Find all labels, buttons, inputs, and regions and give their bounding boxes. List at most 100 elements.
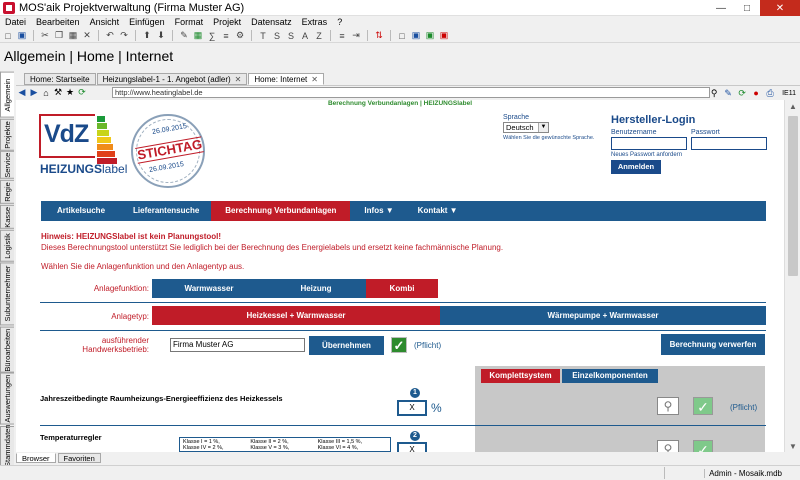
language-select[interactable]: Deutsch ▼: [503, 122, 549, 133]
move-down-icon[interactable]: ⬇: [155, 30, 167, 42]
go-icon[interactable]: ⟳: [736, 87, 748, 99]
company-input[interactable]: Firma Muster AG: [170, 338, 305, 352]
menu-help[interactable]: ?: [332, 16, 347, 29]
lock-icon[interactable]: □: [396, 30, 408, 42]
nav-berechnung[interactable]: Berechnung Verbundanlagen: [211, 201, 351, 221]
option-heizung[interactable]: Heizung: [266, 279, 366, 298]
menu-bearbeiten[interactable]: Bearbeiten: [31, 16, 85, 29]
nav-artikelsuche[interactable]: Artikelsuche: [41, 201, 121, 221]
anlagetyp-label: Anlagetyp:: [111, 312, 149, 321]
font-z-icon[interactable]: Z: [313, 30, 325, 42]
paste-icon[interactable]: ▦: [67, 30, 79, 42]
vtab-regie[interactable]: Regie: [0, 180, 14, 204]
doc-tab-heizungslabel[interactable]: Heizungslabel-1 - 1. Angebot (adler) ✕: [96, 73, 248, 85]
undo-icon[interactable]: ↶: [104, 30, 116, 42]
login-button[interactable]: Anmelden: [611, 160, 661, 174]
minimize-button[interactable]: —: [708, 0, 734, 16]
check-icon[interactable]: ✓: [693, 440, 713, 452]
properties-icon[interactable]: ▦: [192, 30, 204, 42]
url-input[interactable]: http://www.heatinglabel.de: [112, 87, 710, 98]
menu-datensatz[interactable]: Datensatz: [246, 16, 297, 29]
vtab-auswertungen[interactable]: Auswertungen: [0, 373, 14, 425]
redo-icon[interactable]: ↷: [118, 30, 130, 42]
list-icon[interactable]: ≡: [220, 30, 232, 42]
text-format-icon[interactable]: T: [257, 30, 269, 42]
lock-blue-icon[interactable]: ▣: [410, 30, 422, 42]
new-icon[interactable]: □: [2, 30, 14, 42]
nav-kontakt[interactable]: Kontakt ▼: [408, 201, 468, 221]
forward-icon[interactable]: ▶: [28, 87, 40, 99]
doc-tab-startseite[interactable]: Home: Startseite: [24, 73, 96, 85]
scroll-thumb[interactable]: [788, 116, 798, 276]
option-waermepumpe-warmwasser[interactable]: Wärmepumpe + Warmwasser: [440, 306, 766, 325]
regler-input[interactable]: X: [397, 442, 427, 452]
lock-red-icon[interactable]: ▣: [438, 30, 450, 42]
vtab-kasse[interactable]: Kasse: [0, 204, 14, 229]
vdz-logo[interactable]: VdZ HEIZUNGSlabel: [39, 114, 131, 176]
menu-format[interactable]: Format: [170, 16, 209, 29]
menu-extras[interactable]: Extras: [297, 16, 333, 29]
menu-datei[interactable]: Datei: [0, 16, 31, 29]
tab-einzelkomponenten[interactable]: Einzelkomponenten: [562, 369, 658, 383]
tools-icon[interactable]: ⚒: [52, 87, 64, 99]
menu-projekt[interactable]: Projekt: [208, 16, 246, 29]
nav-lieferantensuche[interactable]: Lieferantensuche: [121, 201, 211, 221]
tab-komplettsystem[interactable]: Komplettsystem: [481, 369, 560, 383]
vtab-bueroarbeiten[interactable]: Büroarbeiten: [0, 326, 14, 373]
vtab-logistik[interactable]: Logistik: [0, 229, 14, 262]
password-input[interactable]: [691, 137, 767, 150]
menu-einfuegen[interactable]: Einfügen: [124, 16, 170, 29]
tab-browser[interactable]: Browser: [16, 453, 56, 463]
home-icon[interactable]: ⌂: [40, 87, 52, 99]
superscript-icon[interactable]: S: [271, 30, 283, 42]
copy-icon[interactable]: ❐: [53, 30, 65, 42]
tools-icon[interactable]: ⚙: [234, 30, 246, 42]
scroll-up-icon[interactable]: ▲: [785, 100, 800, 112]
indent-icon[interactable]: ⇥: [350, 30, 362, 42]
option-heizkessel-warmwasser[interactable]: Heizkessel + Warmwasser: [152, 306, 440, 325]
efficiency-input[interactable]: X: [397, 400, 427, 416]
close-button[interactable]: ✕: [760, 0, 800, 16]
berechnung-verwerfen-button[interactable]: Berechnung verwerfen: [661, 334, 765, 355]
vtab-stammdaten[interactable]: Stammdaten: [0, 425, 14, 467]
nav-infos[interactable]: Infos ▼: [350, 201, 407, 221]
menu-ansicht[interactable]: Ansicht: [85, 16, 125, 29]
username-input[interactable]: [611, 137, 687, 150]
favorites-icon[interactable]: ★: [64, 87, 76, 99]
forgot-password-link[interactable]: Neues Passwort anfordern: [611, 152, 781, 158]
stop-icon[interactable]: ●: [750, 87, 762, 99]
edit-icon[interactable]: ✎: [178, 30, 190, 42]
option-warmwasser[interactable]: Warmwasser: [152, 279, 266, 298]
vertical-scrollbar[interactable]: ▲ ▼: [784, 100, 800, 452]
print-icon[interactable]: ⎙: [764, 87, 776, 99]
close-tab-icon[interactable]: ✕: [311, 74, 318, 85]
tab-favoriten[interactable]: Favoriten: [57, 453, 101, 463]
lock-green-icon[interactable]: ▣: [424, 30, 436, 42]
vtab-subunternehmer[interactable]: Subunternehmer: [0, 262, 14, 326]
maximize-button[interactable]: □: [734, 0, 760, 16]
move-up-icon[interactable]: ⬆: [141, 30, 153, 42]
calculate-icon[interactable]: ∑: [206, 30, 218, 42]
uebernehmen-button[interactable]: Übernehmen: [309, 336, 384, 355]
check-icon[interactable]: ✓: [693, 397, 713, 415]
font-a-icon[interactable]: A: [299, 30, 311, 42]
doc-tab-internet[interactable]: Home: Internet ✕: [248, 73, 324, 85]
search-icon[interactable]: ⚲: [708, 87, 720, 99]
cut-icon[interactable]: ✂: [39, 30, 51, 42]
refresh-icon[interactable]: ⟳: [76, 87, 88, 99]
back-icon[interactable]: ◀: [16, 87, 28, 99]
vtab-service[interactable]: Service: [0, 151, 14, 180]
close-tab-icon[interactable]: ✕: [235, 74, 242, 85]
align-icon[interactable]: ≡: [336, 30, 348, 42]
scroll-down-icon[interactable]: ▼: [785, 440, 800, 452]
vtab-allgemein[interactable]: Allgemein: [0, 72, 14, 118]
search-icon[interactable]: ⚲: [657, 397, 679, 415]
option-kombi[interactable]: Kombi: [366, 279, 438, 298]
delete-icon[interactable]: ✕: [81, 30, 93, 42]
sort-icon[interactable]: ⇅: [373, 30, 385, 42]
search-icon[interactable]: ⚲: [657, 440, 679, 452]
vtab-projekte[interactable]: Projekte: [0, 118, 14, 151]
settings-icon[interactable]: ✎: [722, 87, 734, 99]
subscript-icon[interactable]: S: [285, 30, 297, 42]
save-icon[interactable]: ▣: [16, 30, 28, 42]
